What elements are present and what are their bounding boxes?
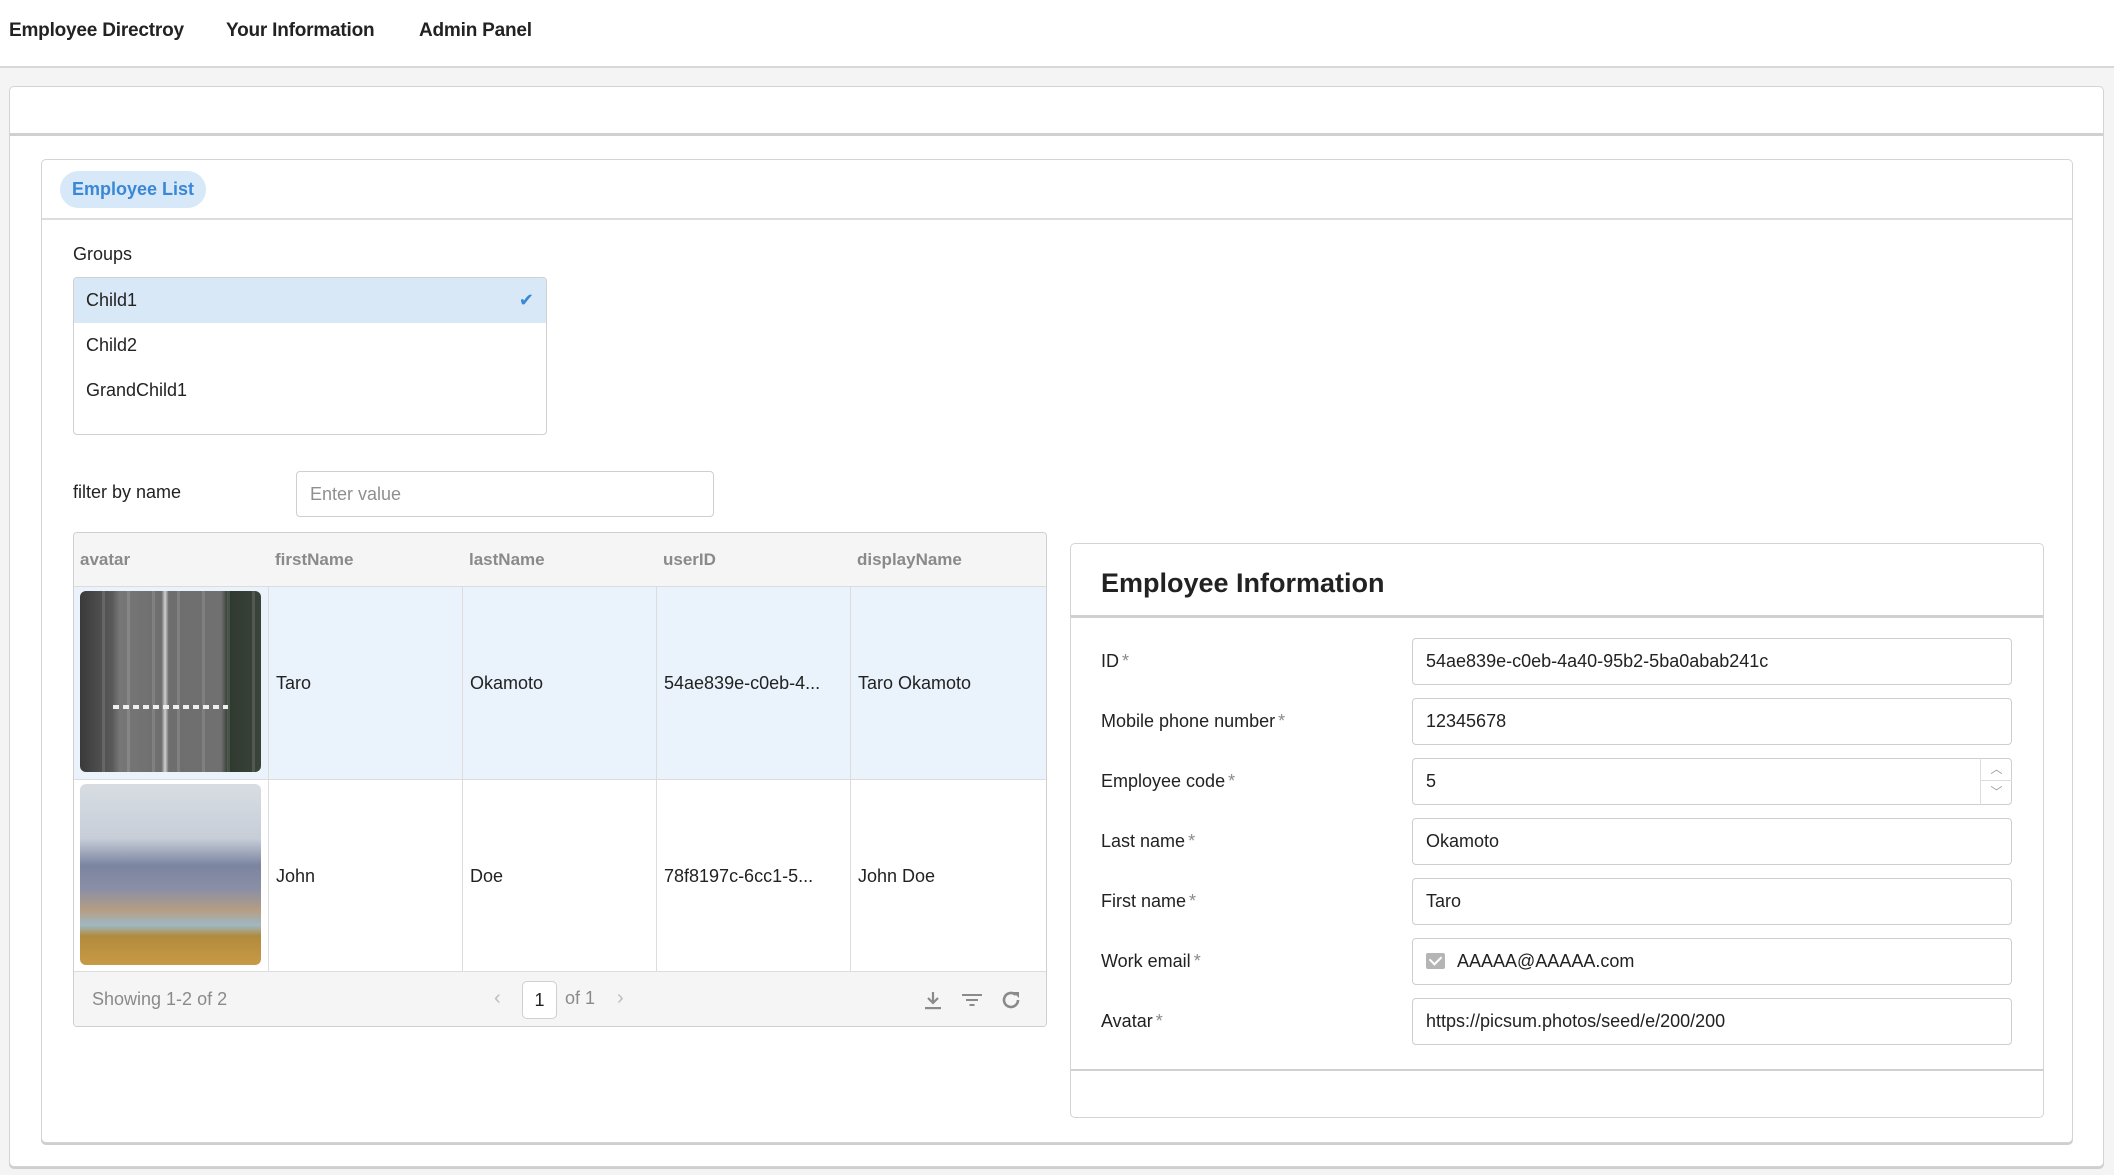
- envelope-icon: [1426, 953, 1445, 969]
- work-email-label-text: Work email: [1101, 951, 1191, 971]
- page-number-input[interactable]: [522, 981, 557, 1019]
- required-mark: *: [1188, 831, 1196, 851]
- group-option-label: GrandChild1: [86, 380, 188, 400]
- id-label-text: ID: [1101, 651, 1119, 671]
- table-footer: Showing 1-2 of 2 ‹ of 1 ›: [74, 971, 1046, 1026]
- column-header-avatar[interactable]: avatar: [74, 533, 130, 587]
- chevron-right-icon[interactable]: ›: [617, 972, 624, 1025]
- group-option-label: Child2: [86, 335, 138, 355]
- last-name-label: Last name *: [1101, 831, 1195, 852]
- nav-employee-directory[interactable]: Employee Directroy: [9, 20, 184, 42]
- lastname-cell: Okamoto: [463, 587, 657, 779]
- avatar-cell: [74, 780, 269, 972]
- group-option-child2[interactable]: Child2: [74, 323, 546, 368]
- page-container: Employee List Groups Child1 ✔ Child2 Gra…: [9, 86, 2104, 1167]
- employee-information-panel: Employee Information ID* Mobile phone nu…: [1070, 543, 2044, 1118]
- filter-icon[interactable]: [960, 988, 984, 1012]
- avatar-image: [80, 591, 261, 772]
- lastname-cell: Doe: [463, 780, 657, 972]
- showing-count: Showing 1-2 of 2: [92, 989, 228, 1009]
- employee-code-label-text: Employee code: [1101, 771, 1226, 791]
- filter-by-name-input[interactable]: [296, 471, 714, 517]
- work-email-field: [1412, 938, 2012, 985]
- stepper-controls: ︿ ﹀: [1980, 758, 2012, 805]
- required-mark: *: [1193, 951, 1201, 971]
- avatar-url-input[interactable]: [1412, 998, 2012, 1045]
- table-header: avatar firstName lastName userID display…: [74, 533, 1046, 587]
- last-name-input[interactable]: [1412, 818, 2012, 865]
- work-email-label: Work email *: [1101, 951, 1201, 972]
- page-total: of 1: [565, 988, 596, 1008]
- required-mark: *: [1122, 651, 1130, 671]
- column-header-lastname[interactable]: lastName: [463, 533, 545, 587]
- avatar-label: Avatar *: [1101, 1011, 1163, 1032]
- work-email-input[interactable]: [1412, 938, 2012, 985]
- required-mark: *: [1155, 1011, 1163, 1031]
- table-row[interactable]: John Doe 78f8197c-6cc1-5... John Doe: [74, 780, 1046, 973]
- group-option-child1[interactable]: Child1 ✔: [74, 278, 546, 323]
- groups-label: Groups: [73, 244, 133, 264]
- id-input[interactable]: [1412, 638, 2012, 685]
- chevron-left-icon[interactable]: ‹: [494, 972, 501, 1025]
- top-nav: Employee Directroy Your Information Admi…: [0, 0, 2114, 68]
- column-header-displayname[interactable]: displayName: [851, 533, 962, 587]
- mobile-phone-input[interactable]: [1412, 698, 2012, 745]
- userid-cell: 54ae839e-c0eb-4...: [657, 587, 851, 779]
- group-option-grandchild1[interactable]: GrandChild1: [74, 368, 546, 413]
- download-icon[interactable]: [921, 988, 945, 1012]
- employee-code-stepper: ︿ ﹀: [1412, 758, 2012, 805]
- firstname-cell: John: [269, 780, 463, 972]
- table-row[interactable]: Taro Okamoto 54ae839e-c0eb-4... Taro Oka…: [74, 587, 1046, 780]
- chevron-up-icon[interactable]: ︿: [1981, 758, 2012, 781]
- displayname-cell: John Doe: [858, 865, 936, 886]
- info-footer-divider: [1071, 1069, 2043, 1071]
- group-option-label: Child1: [86, 290, 138, 310]
- avatar-image: [80, 784, 261, 965]
- employee-information-title: Employee Information: [1101, 568, 1385, 598]
- first-name-label-text: First name: [1101, 891, 1187, 911]
- id-label: ID *: [1101, 651, 1129, 672]
- avatar-label-text: Avatar: [1101, 1011, 1153, 1031]
- required-mark: *: [1228, 771, 1236, 791]
- page-header-bar: [10, 87, 2103, 136]
- employee-code-input[interactable]: [1412, 758, 2012, 805]
- required-mark: *: [1278, 711, 1286, 731]
- avatar-cell: [74, 587, 269, 779]
- first-name-input[interactable]: [1412, 878, 2012, 925]
- refresh-icon[interactable]: [999, 988, 1023, 1012]
- displayname-cell: Taro Okamoto: [858, 672, 972, 693]
- employee-list-card: Employee List Groups Child1 ✔ Child2 Gra…: [41, 159, 2073, 1143]
- nav-admin-panel[interactable]: Admin Panel: [419, 20, 532, 42]
- groups-listbox[interactable]: Child1 ✔ Child2 GrandChild1: [73, 277, 547, 435]
- last-name-label-text: Last name: [1101, 831, 1186, 851]
- tab-bar: Employee List: [42, 160, 2072, 220]
- filter-by-name-label: filter by name: [73, 482, 182, 502]
- nav-your-information[interactable]: Your Information: [226, 20, 375, 42]
- mobile-phone-label-text: Mobile phone number: [1101, 711, 1276, 731]
- userid-cell: 78f8197c-6cc1-5...: [657, 780, 851, 972]
- employee-code-label: Employee code *: [1101, 771, 1235, 792]
- first-name-label: First name *: [1101, 891, 1196, 912]
- firstname-cell: Taro: [269, 587, 463, 779]
- info-title-bar: Employee Information: [1071, 544, 2043, 618]
- column-header-firstname[interactable]: firstName: [269, 533, 353, 587]
- required-mark: *: [1189, 891, 1197, 911]
- chevron-down-icon[interactable]: ﹀: [1981, 781, 2012, 804]
- checkmark-icon: ✔: [518, 290, 534, 310]
- mobile-phone-label: Mobile phone number *: [1101, 711, 1285, 732]
- employee-table: avatar firstName lastName userID display…: [73, 532, 1047, 1027]
- tab-employee-list[interactable]: Employee List: [60, 171, 207, 208]
- column-header-userid[interactable]: userID: [657, 533, 716, 587]
